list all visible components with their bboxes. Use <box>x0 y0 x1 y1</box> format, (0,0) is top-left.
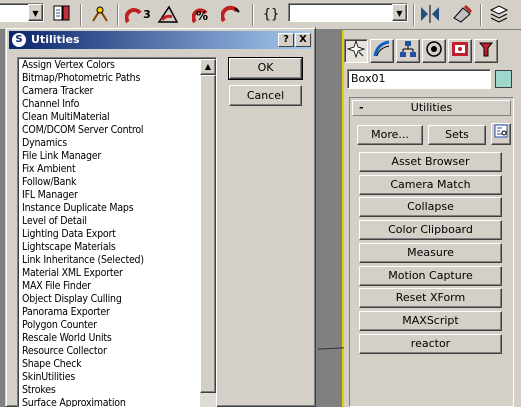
close-button[interactable]: X <box>295 33 311 47</box>
dropdown-arrow-icon: ▼ <box>28 4 43 21</box>
list-item[interactable]: Material XML Exporter <box>22 267 144 280</box>
list-item[interactable]: Panorama Exporter <box>22 306 144 319</box>
snap-toggle-icon[interactable] <box>88 4 112 26</box>
collapse-button[interactable]: Collapse <box>359 197 502 217</box>
angle-snap-toggle-icon[interactable] <box>156 4 180 26</box>
angle-snap-label: 3 <box>143 8 151 21</box>
reset-xform-button[interactable]: Reset XForm <box>359 288 502 308</box>
list-item[interactable]: Assign Vertex Colors <box>22 59 144 72</box>
list-item[interactable]: IFL Manager <box>22 189 144 202</box>
mirror-icon[interactable] <box>418 4 442 26</box>
list-item[interactable]: Level of Detail <box>22 215 144 228</box>
list-item[interactable]: Bitmap/Photometric Paths <box>22 72 144 85</box>
command-panel: Box01 - Utilities More... Sets Asset Bro… <box>344 31 521 407</box>
sets-button[interactable]: Sets <box>428 125 486 145</box>
list-item[interactable]: Polygon Counter <box>22 319 144 332</box>
cancel-button[interactable]: Cancel <box>229 85 302 106</box>
more-button[interactable]: More... <box>357 125 423 145</box>
configure-button-sets-icon[interactable] <box>491 123 511 145</box>
edit-named-selection-label: {} <box>262 7 280 22</box>
main-toolbar: ▼ 3 % {} ▼ <box>0 0 521 30</box>
object-color-swatch[interactable] <box>495 70 512 88</box>
utilities-dialog: S Utilities ? X Assign Vertex Colors Bitm… <box>5 27 316 407</box>
list-item[interactable]: Clean MultiMaterial <box>22 111 144 124</box>
spinner-snap-icon[interactable] <box>220 4 244 26</box>
asset-browser-button[interactable]: Asset Browser <box>359 152 502 172</box>
percent-label: % <box>195 9 209 23</box>
color-clipboard-button[interactable]: Color Clipboard <box>359 220 502 240</box>
select-by-name-icon[interactable] <box>50 4 74 26</box>
toolbar-separator <box>80 4 82 26</box>
app-icon: S <box>12 33 26 47</box>
measure-button[interactable]: Measure <box>359 243 502 263</box>
list-item[interactable]: Dynamics <box>22 137 144 150</box>
reactor-button[interactable]: reactor <box>359 334 502 354</box>
help-button[interactable]: ? <box>278 33 294 47</box>
list-item[interactable]: Link Inheritance (Selected) <box>22 254 144 267</box>
list-item[interactable]: Object Display Culling <box>22 293 144 306</box>
percent-snap-icon[interactable]: % <box>190 4 214 26</box>
maxscript-button[interactable]: MAXScript <box>359 311 502 331</box>
list-item[interactable]: Camera Tracker <box>22 85 144 98</box>
utilities-rollout: - Utilities More... Sets Asset Browser C… <box>349 97 514 407</box>
angle-snap-icon[interactable]: 3 <box>124 4 152 26</box>
object-name-field[interactable]: Box01 <box>347 69 491 89</box>
list-item[interactable]: Resource Collector <box>22 345 144 358</box>
motion-tab[interactable] <box>422 39 446 63</box>
list-item[interactable]: Lightscape Materials <box>22 241 144 254</box>
scroll-up-icon[interactable]: ▲ <box>200 59 216 75</box>
hierarchy-tab[interactable] <box>396 39 420 63</box>
utilities-tab[interactable] <box>474 39 498 63</box>
camera-match-button[interactable]: Camera Match <box>359 175 502 195</box>
dialog-title: Utilities <box>31 33 80 46</box>
list-item[interactable]: Follow/Bank <box>22 176 144 189</box>
list-item[interactable]: Rescale World Units <box>22 332 144 345</box>
modify-tab[interactable] <box>370 39 394 63</box>
toolbar-separator <box>252 4 254 26</box>
list-item[interactable]: COM/DCOM Server Control <box>22 124 144 137</box>
list-item[interactable]: Surface Approximation <box>22 397 144 407</box>
list-item[interactable]: Strokes <box>22 384 144 397</box>
list-item[interactable]: Shape Check <box>22 358 144 371</box>
motion-capture-button[interactable]: Motion Capture <box>359 266 502 286</box>
viewport-object-edge <box>317 347 345 350</box>
ok-button[interactable]: OK <box>228 57 303 80</box>
selection-filter-dropdown[interactable]: ▼ <box>0 3 44 22</box>
rollout-header[interactable]: - Utilities <box>352 100 511 116</box>
create-tab[interactable] <box>344 39 368 63</box>
list-item[interactable]: Instance Duplicate Maps <box>22 202 144 215</box>
scroll-thumb[interactable] <box>200 75 216 393</box>
utilities-list[interactable]: Assign Vertex Colors Bitmap/Photometric P… <box>17 57 217 407</box>
list-scrollbar[interactable]: ▲ <box>200 59 216 407</box>
dropdown-arrow-icon: ▼ <box>392 4 407 21</box>
display-tab[interactable] <box>448 39 472 63</box>
edit-named-selection-icon[interactable]: {} <box>258 4 284 26</box>
toolbar-separator <box>117 4 119 26</box>
list-item[interactable]: Fix Ambient <box>22 163 144 176</box>
toolbar-separator <box>480 4 482 26</box>
list-item[interactable]: MAX File Finder <box>22 280 144 293</box>
list-item[interactable]: Channel Info <box>22 98 144 111</box>
collapse-icon: - <box>359 101 364 114</box>
utilities-list-items: Assign Vertex Colors Bitmap/Photometric P… <box>22 59 144 407</box>
layer-manager-icon[interactable] <box>487 4 511 26</box>
list-item[interactable]: Lighting Data Export <box>22 228 144 241</box>
list-item[interactable]: File Link Manager <box>22 150 144 163</box>
list-item[interactable]: SkinUtilities <box>22 371 144 384</box>
named-selection-dropdown[interactable]: ▼ <box>288 3 408 22</box>
rollout-title: Utilities <box>410 101 453 114</box>
dialog-titlebar[interactable]: S Utilities ? X <box>9 31 312 49</box>
align-icon[interactable] <box>450 4 474 26</box>
toolbar-separator <box>413 4 415 26</box>
